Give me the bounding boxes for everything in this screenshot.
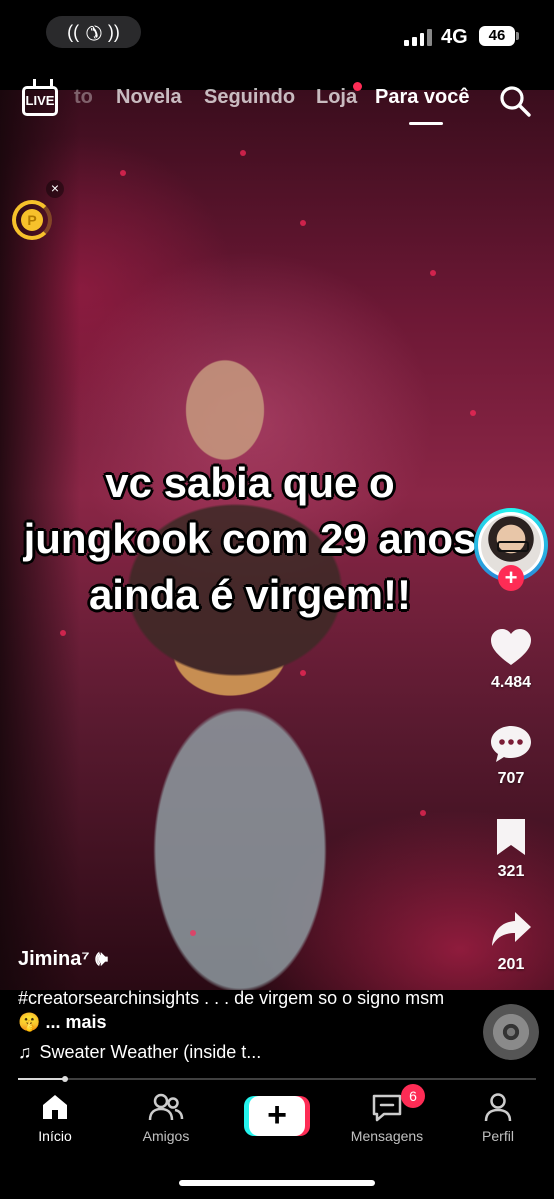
- follow-button[interactable]: +: [498, 565, 524, 591]
- notification-dot: [353, 82, 362, 91]
- save-button[interactable]: 321: [476, 815, 546, 881]
- playback-progress[interactable]: [18, 1076, 536, 1082]
- create-button[interactable]: +: [244, 1096, 310, 1136]
- stage-light: [60, 630, 66, 636]
- active-call-pill[interactable]: (( ✆ )): [46, 16, 141, 48]
- stage-light: [120, 170, 126, 176]
- author-username: Jimina⁷: [18, 948, 90, 970]
- more-link[interactable]: ... mais: [45, 1012, 106, 1032]
- phone-icon: ✆: [79, 17, 107, 46]
- coin-reward-widget[interactable]: P: [12, 200, 52, 240]
- stage-light: [300, 220, 306, 226]
- close-icon[interactable]: ×: [46, 180, 64, 198]
- nav-perfil[interactable]: Perfil: [448, 1092, 548, 1144]
- post-description[interactable]: #creatorsearchinsights . . . de virgem s…: [18, 986, 458, 1034]
- bookmark-icon: [497, 819, 525, 855]
- video-frame: [70, 330, 390, 990]
- nav-label: Amigos: [142, 1128, 190, 1144]
- home-indicator[interactable]: [179, 1180, 375, 1186]
- progress-fill: [18, 1078, 65, 1080]
- comment-icon: [491, 726, 531, 762]
- music-disc[interactable]: [483, 1004, 539, 1060]
- music-info[interactable]: ♫ Sweater Weather (inside t...: [18, 1042, 261, 1063]
- tab-loja[interactable]: Loja: [316, 86, 357, 109]
- comment-count: 707: [497, 770, 525, 787]
- share-button[interactable]: 201: [476, 908, 546, 974]
- tab-seguindo[interactable]: Seguindo: [204, 86, 295, 109]
- tab-novela[interactable]: Novela: [116, 86, 182, 109]
- stage-light: [430, 270, 436, 276]
- like-button[interactable]: 4.484: [476, 626, 546, 692]
- tab-partial[interactable]: to: [74, 86, 93, 109]
- nav-label: Mensagens: [350, 1128, 424, 1144]
- stage-light: [420, 810, 426, 816]
- video-caption: vc sabia que o jungkook com 29 anos aind…: [23, 459, 477, 618]
- share-arrow-icon: [492, 912, 531, 946]
- heart-icon: [491, 629, 531, 665]
- status-bar: (( ✆ )) 4G 46: [0, 0, 554, 70]
- profile-icon: [484, 1093, 512, 1122]
- friends-icon: [148, 1093, 184, 1121]
- messages-badge: 6: [401, 1084, 425, 1108]
- stage-light: [470, 410, 476, 416]
- coin-icon: P: [21, 209, 43, 231]
- messages-icon: [372, 1094, 402, 1122]
- stage-light: [190, 930, 196, 936]
- live-sound-icon: 🕪: [95, 948, 108, 970]
- nav-label: Início: [38, 1128, 72, 1144]
- nav-amigos[interactable]: Amigos: [116, 1092, 216, 1144]
- signal-waves-icon: ((: [67, 21, 80, 42]
- nav-inicio[interactable]: Início: [5, 1092, 105, 1144]
- signal-waves-icon: )): [107, 21, 120, 42]
- plus-icon: +: [249, 1096, 305, 1136]
- save-count: 321: [497, 863, 525, 880]
- top-nav: LIVE to Novela Seguindo Loja Para você: [0, 78, 554, 128]
- comment-button[interactable]: 707: [476, 722, 546, 788]
- search-icon[interactable]: [498, 84, 532, 118]
- music-note-icon: ♫: [18, 1042, 32, 1062]
- cellular-signal-icon: [404, 28, 432, 46]
- tab-para-voce[interactable]: Para você: [375, 86, 470, 109]
- author-name[interactable]: Jimina⁷ 🕪: [18, 948, 108, 971]
- network-type: 4G: [441, 26, 468, 48]
- home-icon: [43, 1095, 67, 1119]
- like-count: 4.484: [490, 674, 532, 691]
- nav-label: Perfil: [482, 1128, 514, 1144]
- live-icon[interactable]: LIVE: [22, 86, 58, 116]
- stage-light: [240, 150, 246, 156]
- battery-icon: 46: [479, 26, 519, 46]
- progress-handle[interactable]: [61, 1076, 68, 1082]
- stage-light: [300, 670, 306, 676]
- active-tab-indicator: [409, 122, 443, 125]
- share-count: 201: [497, 956, 525, 973]
- music-title: Sweater Weather (inside t...: [39, 1042, 262, 1062]
